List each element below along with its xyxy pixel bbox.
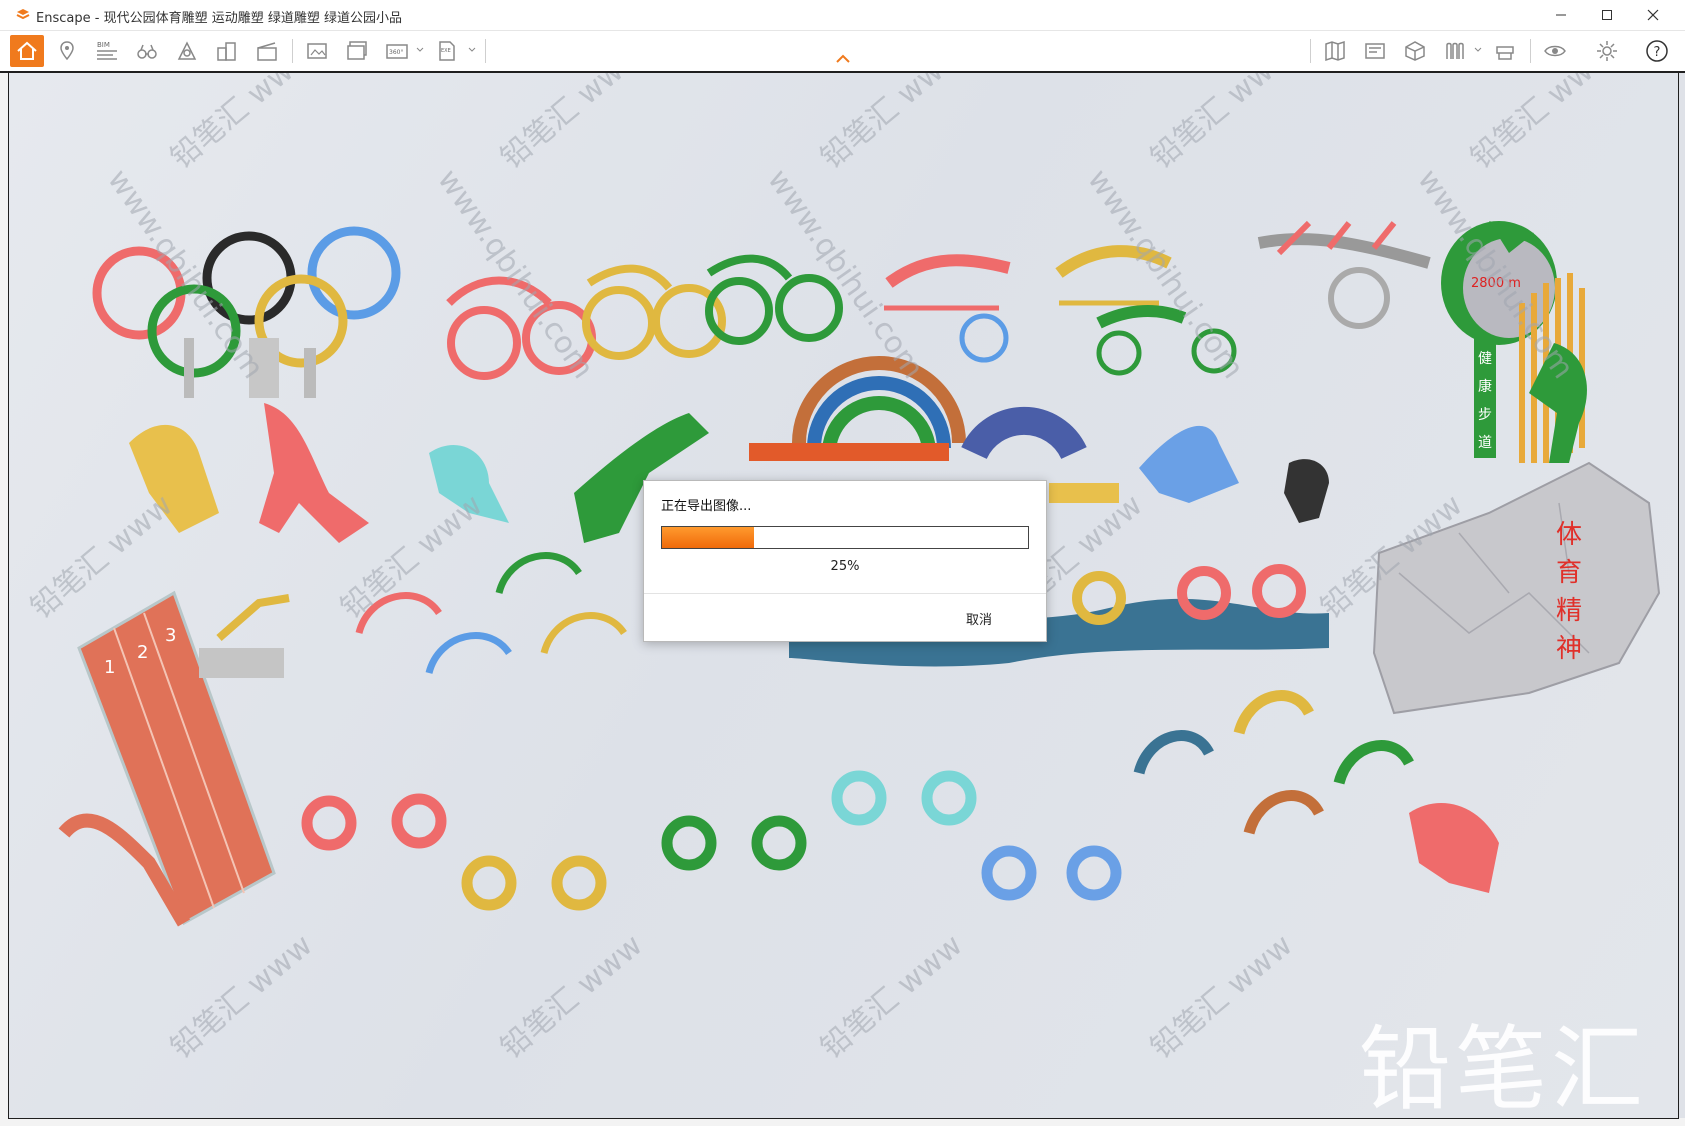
sign-char: 康 <box>1478 378 1492 395</box>
export-icon: EXE <box>439 41 455 61</box>
export-progress-dialog: 正在导出图像... 25% 取消 <box>643 480 1047 642</box>
collaboration-button[interactable] <box>1488 35 1522 67</box>
progress-bar-fill <box>662 527 754 548</box>
settings-button[interactable] <box>1590 35 1624 67</box>
box-icon <box>1405 41 1425 61</box>
home-button[interactable] <box>10 35 44 67</box>
exe-label: EXE <box>441 48 451 54</box>
brand-watermark: 铅笔汇 <box>1359 1016 1648 1119</box>
batch-render-icon <box>347 41 367 60</box>
chevron-down-icon[interactable] <box>1473 45 1483 55</box>
asset-library-button[interactable] <box>170 35 204 67</box>
track-number: 2 <box>137 642 148 663</box>
dialog-divider <box>644 593 1046 594</box>
media-button[interactable] <box>1358 35 1392 67</box>
enscape-logo-icon <box>16 9 30 20</box>
panorama-icon: 360° <box>386 44 408 59</box>
toolbar-separator <box>485 39 486 63</box>
bim-button[interactable]: BIM <box>90 35 124 67</box>
maximize-button[interactable] <box>1584 0 1630 30</box>
track-number: 3 <box>165 625 176 646</box>
map-icon <box>1325 40 1345 62</box>
rock-char: 精 <box>1556 596 1582 626</box>
maximize-icon <box>1602 10 1612 20</box>
box-button[interactable] <box>1398 35 1432 67</box>
rock-char: 育 <box>1556 558 1582 588</box>
collaboration-icon <box>1496 46 1514 60</box>
location-pin-icon <box>60 41 74 61</box>
home-icon <box>17 41 37 60</box>
track-number: 1 <box>104 657 115 678</box>
progress-bar <box>661 526 1029 549</box>
document-title: 现代公园体育雕塑 运动雕塑 绿道雕塑 绿道公园小品 <box>103 11 402 26</box>
cyclist-sculpture-group-right <box>884 245 1237 376</box>
chevron-down-icon[interactable] <box>415 45 425 55</box>
olympic-rings-sculpture <box>92 226 401 398</box>
settings-icon <box>1597 41 1617 61</box>
window-bottom-edge <box>0 1118 1685 1126</box>
chevron-down-icon[interactable] <box>467 45 477 55</box>
bim-label: BIM <box>97 41 110 49</box>
progress-percent: 25% <box>830 559 860 574</box>
screenshot-icon <box>307 43 327 59</box>
visibility-icon <box>1544 45 1566 57</box>
minimize-button[interactable] <box>1538 0 1584 30</box>
minimize-icon <box>1556 14 1566 16</box>
panorama-button[interactable]: 360° <box>380 35 414 67</box>
help-label: ? <box>1654 45 1661 60</box>
window-left-edge <box>0 73 8 1126</box>
library-icon <box>1446 42 1464 59</box>
window-title: Enscape - 现代公园体育雕塑 运动雕塑 绿道雕塑 绿道公园小品 <box>36 11 402 26</box>
running-track-sculpture: 1 2 3 <box>58 590 290 927</box>
sign-distance: 2800 m <box>1471 276 1521 291</box>
map-button[interactable] <box>1318 35 1352 67</box>
media-icon <box>1365 43 1385 59</box>
visibility-button[interactable] <box>1538 35 1572 67</box>
rock-char: 体 <box>1556 520 1582 550</box>
close-icon <box>1647 9 1659 21</box>
toolbar-separator <box>1310 39 1311 63</box>
bim-icon: BIM <box>97 41 117 60</box>
library-button[interactable] <box>1438 35 1472 67</box>
toolbar-separator <box>1530 39 1531 63</box>
enscape-toolbar: BIM 360° EXE ? <box>0 31 1685 73</box>
rock-char: 神 <box>1556 634 1582 664</box>
batch-render-button[interactable] <box>340 35 374 67</box>
site-context-button[interactable] <box>210 35 244 67</box>
assets-icon <box>177 41 197 60</box>
cancel-button[interactable]: 取消 <box>966 609 992 628</box>
green-way-sign: 2800 m 健 康 步 道 <box>1257 221 1587 463</box>
sign-char: 健 <box>1478 351 1492 367</box>
video-clapper-icon <box>257 42 277 61</box>
panorama-label: 360° <box>389 49 403 56</box>
binoculars-icon <box>137 44 157 59</box>
model-id-watermark: SU模型ID:444885 <box>1359 1109 1651 1118</box>
chevron-up-icon[interactable] <box>835 53 851 65</box>
sign-char: 步 <box>1478 407 1492 423</box>
app-name: Enscape <box>36 11 91 26</box>
help-button[interactable]: ? <box>1640 35 1674 67</box>
help-icon: ? <box>1646 40 1668 62</box>
close-button[interactable] <box>1630 0 1676 30</box>
views-button[interactable] <box>130 35 164 67</box>
export-button[interactable]: EXE <box>430 35 464 67</box>
sports-spirit-rock: 体 育 精 神 <box>1372 461 1661 715</box>
location-button[interactable] <box>50 35 84 67</box>
cyclist-sculpture-row-top <box>446 254 843 380</box>
video-editor-button[interactable] <box>250 35 284 67</box>
title-bar: Enscape - 现代公园体育雕塑 运动雕塑 绿道雕塑 绿道公园小品 <box>0 0 1685 31</box>
toolbar-separator <box>292 39 293 63</box>
screenshot-button[interactable] <box>300 35 334 67</box>
dialog-title: 正在导出图像... <box>661 499 752 514</box>
sign-char: 道 <box>1478 435 1492 451</box>
buildings-icon <box>217 42 236 61</box>
